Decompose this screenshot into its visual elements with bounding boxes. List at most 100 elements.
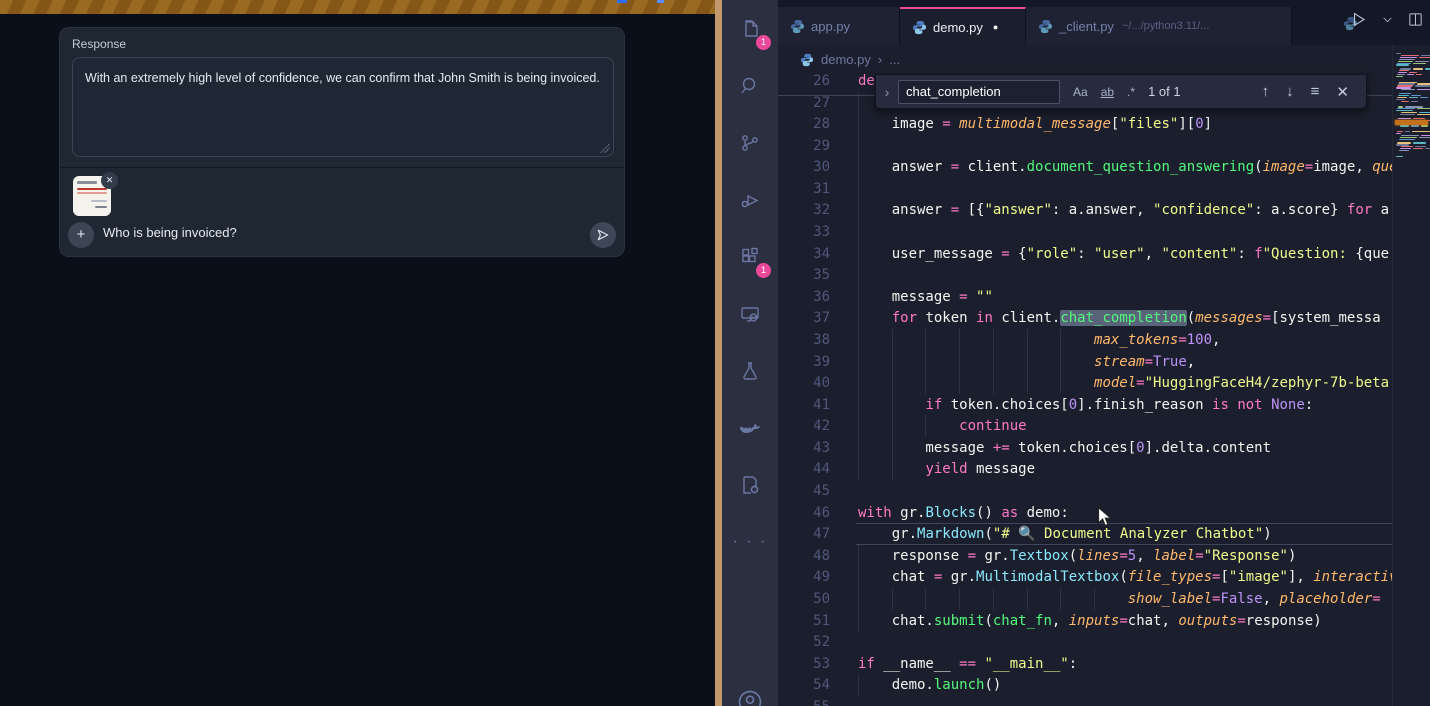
minimap-content: [1395, 53, 1428, 706]
breadcrumb-separator: ›: [878, 52, 882, 67]
code-line[interactable]: 44 yield message: [778, 458, 1392, 480]
match-case-button[interactable]: Aa: [1073, 85, 1088, 99]
python-file-icon: [790, 19, 805, 34]
modified-dot[interactable]: ●: [993, 22, 998, 32]
response-section: Response With an extremely high level of…: [60, 28, 624, 166]
line-number: 39: [778, 351, 830, 373]
minimap[interactable]: [1392, 45, 1430, 706]
tab-label: _client.py: [1059, 19, 1114, 34]
code-line[interactable]: 31: [778, 178, 1392, 200]
chat-input[interactable]: Who is being invoiced?: [103, 225, 237, 240]
code-line[interactable]: 45: [778, 480, 1392, 502]
line-number: 28: [778, 113, 830, 135]
run-debug-icon[interactable]: [722, 171, 778, 228]
explorer-icon[interactable]: 1: [722, 0, 778, 57]
code-line[interactable]: 41 if token.choices[0].finish_reason is …: [778, 394, 1392, 416]
gradio-card: Response With an extremely high level of…: [59, 27, 625, 257]
chevron-down-icon[interactable]: [1381, 13, 1394, 26]
code-line[interactable]: 38 max_tokens=100,: [778, 329, 1392, 351]
send-button[interactable]: [590, 222, 616, 248]
code-line[interactable]: 42 continue: [778, 415, 1392, 437]
line-number: 55: [778, 696, 830, 706]
code-editor[interactable]: 26def chat_fn(multimodal_message):2728 i…: [778, 70, 1430, 706]
line-number: 47: [778, 523, 830, 545]
find-previous-button[interactable]: ↑: [1262, 83, 1270, 100]
line-number: 40: [778, 372, 830, 394]
line-number: 26: [778, 70, 830, 92]
line-number: 45: [778, 480, 830, 502]
code-line[interactable]: 54 demo.launch(): [778, 674, 1392, 696]
line-number: 32: [778, 199, 830, 221]
code-line[interactable]: 33: [778, 221, 1392, 243]
editor-actions: [1349, 10, 1424, 29]
python-file-icon: [912, 20, 927, 35]
docker-icon[interactable]: [722, 399, 778, 456]
breadcrumb-file[interactable]: demo.py: [821, 52, 871, 67]
code-line[interactable]: 30 answer = client.document_question_ans…: [778, 156, 1392, 178]
code-line[interactable]: 29: [778, 135, 1392, 157]
code-runner-icon[interactable]: [722, 456, 778, 513]
find-next-button[interactable]: ↓: [1286, 83, 1294, 100]
minimap-find-highlight: [1395, 120, 1428, 125]
find-close-button[interactable]: ✕: [1336, 83, 1349, 101]
line-number: 34: [778, 243, 830, 265]
code-line[interactable]: 34 user_message = {"role": "user", "cont…: [778, 243, 1392, 265]
resize-handle[interactable]: [600, 143, 610, 153]
line-number: 30: [778, 156, 830, 178]
code-line[interactable]: 53if __name__ == "__main__":: [778, 653, 1392, 675]
find-input[interactable]: [898, 80, 1060, 104]
code-line[interactable]: 55: [778, 696, 1392, 706]
breadcrumb-tail[interactable]: ...: [889, 52, 900, 67]
whole-word-button[interactable]: ab: [1101, 85, 1114, 99]
response-textarea[interactable]: With an extremely high level of confiden…: [72, 57, 614, 157]
extensions-icon[interactable]: 1: [722, 228, 778, 285]
more-actions-icon[interactable]: · · ·: [722, 513, 778, 570]
regex-button[interactable]: .*: [1127, 85, 1135, 99]
chat-input-row: + Who is being invoiced?: [60, 220, 624, 250]
line-number: 52: [778, 631, 830, 653]
add-file-button[interactable]: +: [68, 222, 94, 248]
line-number: 41: [778, 394, 830, 416]
run-file-icon[interactable]: [1349, 10, 1368, 29]
code-line[interactable]: 52: [778, 631, 1392, 653]
vscode-window: 1 1: [722, 0, 1430, 706]
code-line[interactable]: 35: [778, 264, 1392, 286]
editor-region: app.py demo.py ● _client.py ~/.../python…: [778, 0, 1430, 706]
code-line[interactable]: 46with gr.Blocks() as demo:: [778, 502, 1392, 524]
line-number: 53: [778, 653, 830, 675]
code-line[interactable]: 39 stream=True,: [778, 351, 1392, 373]
code-line[interactable]: 36 message = "": [778, 286, 1392, 308]
response-text: With an extremely high level of confiden…: [85, 71, 600, 85]
code-line[interactable]: 51 chat.submit(chat_fn, inputs=chat, out…: [778, 610, 1392, 632]
code-line[interactable]: 50 show_label=False, placeholder=: [778, 588, 1392, 610]
code-line[interactable]: 49 chat = gr.MultimodalTextbox(file_type…: [778, 566, 1392, 588]
source-control-icon[interactable]: [722, 114, 778, 171]
chat-section: ✕ + Who is being invoiced?: [60, 167, 624, 256]
code-line[interactable]: 37 for token in client.chat_completion(m…: [778, 307, 1392, 329]
tab-app-py[interactable]: app.py: [778, 7, 900, 45]
line-number: 49: [778, 566, 830, 588]
code-line[interactable]: 43 message += token.choices[0].delta.con…: [778, 437, 1392, 459]
code-line[interactable]: 32 answer = [{"answer": a.answer, "confi…: [778, 199, 1392, 221]
find-widget: › Aa ab .* 1 of 1 ↑ ↓ ≡ ✕: [875, 74, 1367, 109]
line-number: 42: [778, 415, 830, 437]
code-line[interactable]: 48 response = gr.Textbox(lines=5, label=…: [778, 545, 1392, 567]
code-line[interactable]: 47 gr.Markdown("# 🔍 Document Analyzer Ch…: [778, 523, 1392, 545]
search-icon[interactable]: [722, 57, 778, 114]
tab-client-py[interactable]: _client.py ~/.../python3.11/...: [1026, 7, 1292, 45]
code-line[interactable]: 28 image = multimodal_message["files"][0…: [778, 113, 1392, 135]
attachment-close-button[interactable]: ✕: [101, 172, 118, 189]
find-expand-toggle[interactable]: ›: [876, 84, 898, 100]
line-number: 36: [778, 286, 830, 308]
tab-demo-py[interactable]: demo.py ●: [900, 7, 1026, 45]
testing-icon[interactable]: [722, 342, 778, 399]
split-editor-icon[interactable]: [1407, 11, 1424, 28]
line-number: 43: [778, 437, 830, 459]
titlebar-decoration: [657, 0, 664, 3]
find-in-selection-button[interactable]: ≡: [1311, 83, 1320, 100]
code-line[interactable]: 40 model="HuggingFaceH4/zephyr-7b-beta: [778, 372, 1392, 394]
account-icon[interactable]: [722, 682, 778, 706]
remote-explorer-icon[interactable]: [722, 285, 778, 342]
line-number: 50: [778, 588, 830, 610]
line-number: 54: [778, 674, 830, 696]
